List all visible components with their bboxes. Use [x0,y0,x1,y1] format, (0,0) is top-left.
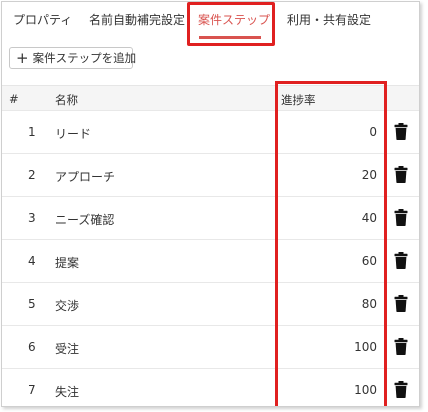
row-index: 5 [28,297,36,311]
header-progress-rate: 進捗率 [281,93,316,107]
plus-icon: + [16,48,29,67]
trash-icon[interactable] [394,123,408,140]
header-name: 名称 [55,93,78,107]
table-row: 4 提案 60 [2,239,419,282]
row-progress-rate: 100 [354,340,377,354]
row-name: 提案 [55,256,80,270]
tab-name-autocomplete[interactable]: 名前自動補完設定 [89,13,185,27]
add-deal-step-button[interactable]: + 案件ステップを追加 [9,47,136,69]
row-progress-rate: 60 [361,254,377,268]
add-deal-step-label: 案件ステップを追加 [32,51,137,65]
row-index: 4 [28,254,36,268]
table-header: # 名称 進捗率 [2,85,419,110]
row-index: 1 [28,125,36,139]
row-progress-rate: 80 [361,297,377,311]
table-row: 2 アプローチ 20 [2,153,419,196]
tab-properties[interactable]: プロパティ [13,13,72,27]
row-name: ニーズ確認 [55,213,115,227]
table-row: 1 リード 0 [2,110,419,153]
header-index: # [9,92,19,106]
row-name: 交渉 [55,299,80,313]
tab-usage-sharing[interactable]: 利用・共有設定 [287,13,371,27]
row-name: 受注 [55,342,80,356]
row-progress-rate: 20 [361,168,377,182]
row-name: 失注 [55,385,80,399]
tab-bar: プロパティ 名前自動補完設定 案件ステップ 利用・共有設定 [2,2,419,40]
settings-panel: プロパティ 名前自動補完設定 案件ステップ 利用・共有設定 + 案件ステップを追… [1,1,420,407]
trash-icon[interactable] [394,166,408,183]
trash-icon[interactable] [394,295,408,312]
trash-icon[interactable] [394,252,408,269]
trash-icon[interactable] [394,381,408,398]
row-progress-rate: 100 [354,383,377,397]
table-row: 5 交渉 80 [2,282,419,325]
row-index: 6 [28,340,36,354]
row-progress-rate: 0 [369,125,377,139]
row-index: 2 [28,168,36,182]
active-tab-underline [199,36,261,39]
row-index: 3 [28,211,36,225]
table-row: 3 ニーズ確認 40 [2,196,419,239]
tab-deal-steps[interactable]: 案件ステップ [198,13,270,27]
row-name: リード [55,127,92,141]
row-index: 7 [28,383,36,397]
row-name: アプローチ [55,170,116,184]
table-row: 7 失注 100 [2,368,419,406]
table-row: 6 受注 100 [2,325,419,368]
trash-icon[interactable] [394,338,408,355]
trash-icon[interactable] [394,209,408,226]
row-progress-rate: 40 [361,211,377,225]
